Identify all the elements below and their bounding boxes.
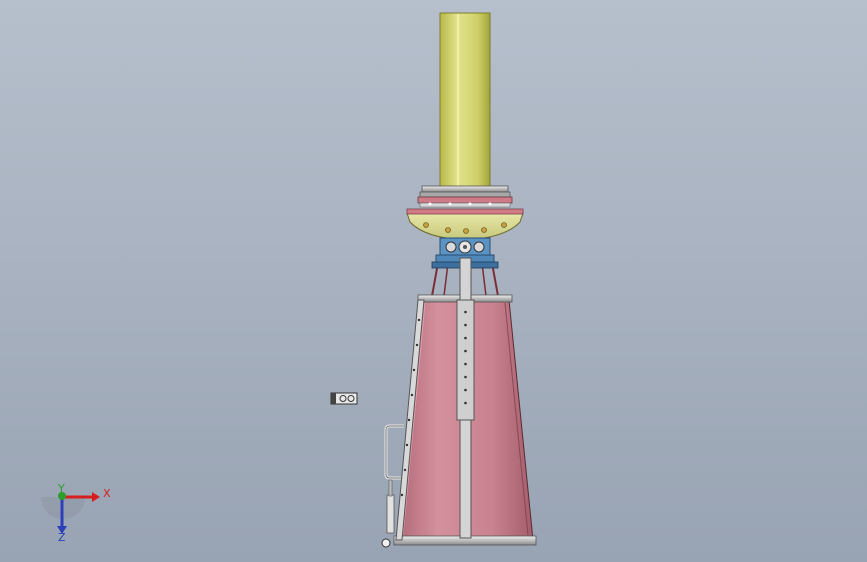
yellow-cylinder[interactable]: [439, 12, 491, 188]
coordinate-triad: X Y Z: [41, 482, 111, 544]
cad-viewport[interactable]: X Y Z: [0, 0, 867, 562]
handrail[interactable]: [384, 424, 404, 480]
x-axis-label: X: [103, 487, 111, 500]
center-post[interactable]: [456, 257, 475, 539]
cad-model[interactable]: [0, 0, 867, 562]
support-disc[interactable]: [406, 202, 524, 241]
top-flange[interactable]: [417, 185, 513, 208]
y-axis-label: Y: [57, 482, 65, 495]
hydraulic-actuator[interactable]: [381, 479, 395, 548]
bracket-icon[interactable]: [330, 392, 358, 405]
z-axis-label: Z: [58, 531, 66, 544]
x-axis-arrow: [92, 492, 100, 502]
